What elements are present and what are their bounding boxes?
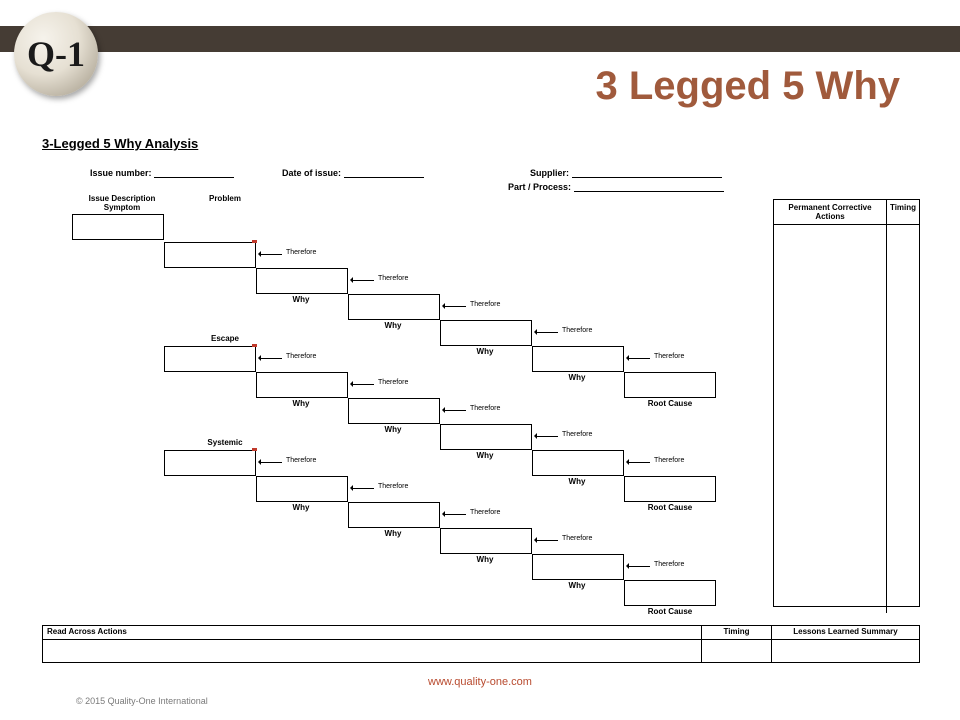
box-p2	[256, 268, 348, 294]
lbl-therefore: Therefore	[286, 353, 316, 360]
box-e5	[532, 450, 624, 476]
lbl-why: Why	[562, 477, 592, 486]
arrow	[628, 358, 650, 359]
box-p1	[164, 242, 256, 268]
footer-url: www.quality-one.com	[0, 676, 960, 688]
lbl-therefore: Therefore	[378, 483, 408, 490]
arrow	[352, 280, 374, 281]
lbl-therefore: Therefore	[470, 405, 500, 412]
redtick	[252, 240, 257, 243]
lbl-therefore: Therefore	[286, 457, 316, 464]
box-p5	[532, 346, 624, 372]
lbl-timing: Timing	[887, 200, 919, 224]
lbl-why: Why	[378, 529, 408, 538]
lbl-read-across: Read Across Actions	[43, 626, 701, 640]
lbl-issue-desc-l1: Issue Description	[89, 194, 156, 203]
lbl-therefore: Therefore	[470, 509, 500, 516]
arrow	[536, 540, 558, 541]
arrow	[352, 384, 374, 385]
arrow	[444, 514, 466, 515]
box-e1	[164, 346, 256, 372]
lbl-why: Why	[286, 295, 316, 304]
box-s2	[256, 476, 348, 502]
lbl-timing2: Timing	[702, 626, 771, 640]
box-s-root	[624, 580, 716, 606]
box-s3	[348, 502, 440, 528]
lbl-why: Why	[562, 581, 592, 590]
lbl-why: Why	[470, 555, 500, 564]
box-p-root	[624, 372, 716, 398]
lbl-supplier: Supplier:	[530, 168, 569, 178]
redtick	[252, 344, 257, 347]
box-e2	[256, 372, 348, 398]
lbl-therefore: Therefore	[654, 561, 684, 568]
arrow	[260, 254, 282, 255]
redtick	[252, 448, 257, 451]
lbl-why: Why	[470, 347, 500, 356]
arrow	[444, 410, 466, 411]
lbl-issue-number: Issue number:	[90, 168, 152, 178]
lbl-root-cause: Root Cause	[642, 503, 698, 512]
box-p3	[348, 294, 440, 320]
arrow	[628, 462, 650, 463]
arrow	[628, 566, 650, 567]
lbl-escape: Escape	[190, 334, 260, 343]
arrow	[260, 358, 282, 359]
lbl-problem: Problem	[190, 194, 260, 203]
lbl-why: Why	[470, 451, 500, 460]
footer-copyright: © 2015 Quality-One International	[76, 696, 208, 706]
box-e-root	[624, 476, 716, 502]
arrow	[536, 436, 558, 437]
lbl-therefore: Therefore	[654, 353, 684, 360]
pca-panel: Permanent Corrective Actions Timing	[773, 199, 920, 607]
lbl-why: Why	[378, 321, 408, 330]
box-s5	[532, 554, 624, 580]
lbl-why: Why	[286, 503, 316, 512]
arrow	[444, 306, 466, 307]
lbl-date-of-issue: Date of issue:	[282, 168, 341, 178]
lbl-part-process: Part / Process:	[508, 182, 571, 192]
lbl-therefore: Therefore	[378, 379, 408, 386]
lbl-therefore: Therefore	[562, 431, 592, 438]
box-symptom	[72, 214, 164, 240]
header-bar	[0, 26, 960, 52]
arrow	[536, 332, 558, 333]
lbl-therefore: Therefore	[562, 327, 592, 334]
q1-logo: Q-1	[14, 12, 98, 96]
lbl-root-cause: Root Cause	[642, 607, 698, 616]
lbl-why: Why	[378, 425, 408, 434]
lbl-therefore: Therefore	[654, 457, 684, 464]
box-p4	[440, 320, 532, 346]
lbl-why: Why	[286, 399, 316, 408]
lbl-therefore: Therefore	[286, 249, 316, 256]
box-s1	[164, 450, 256, 476]
box-s4	[440, 528, 532, 554]
lbl-root-cause: Root Cause	[642, 399, 698, 408]
logo-text: Q-1	[27, 33, 85, 75]
lbl-therefore: Therefore	[470, 301, 500, 308]
lbl-lessons: Lessons Learned Summary	[772, 626, 919, 640]
box-e4	[440, 424, 532, 450]
lbl-therefore: Therefore	[562, 535, 592, 542]
lbl-issue-desc-l2: Symptom	[104, 203, 140, 212]
arrow	[352, 488, 374, 489]
lbl-pca: Permanent Corrective Actions	[774, 200, 887, 224]
page-title: 3 Legged 5 Why	[596, 64, 901, 109]
lbl-therefore: Therefore	[378, 275, 408, 282]
bottom-row: Read Across Actions Timing Lessons Learn…	[42, 625, 920, 663]
subtitle: 3-Legged 5 Why Analysis	[42, 136, 198, 151]
lbl-systemic: Systemic	[190, 438, 260, 447]
box-e3	[348, 398, 440, 424]
lbl-why: Why	[562, 373, 592, 382]
arrow	[260, 462, 282, 463]
